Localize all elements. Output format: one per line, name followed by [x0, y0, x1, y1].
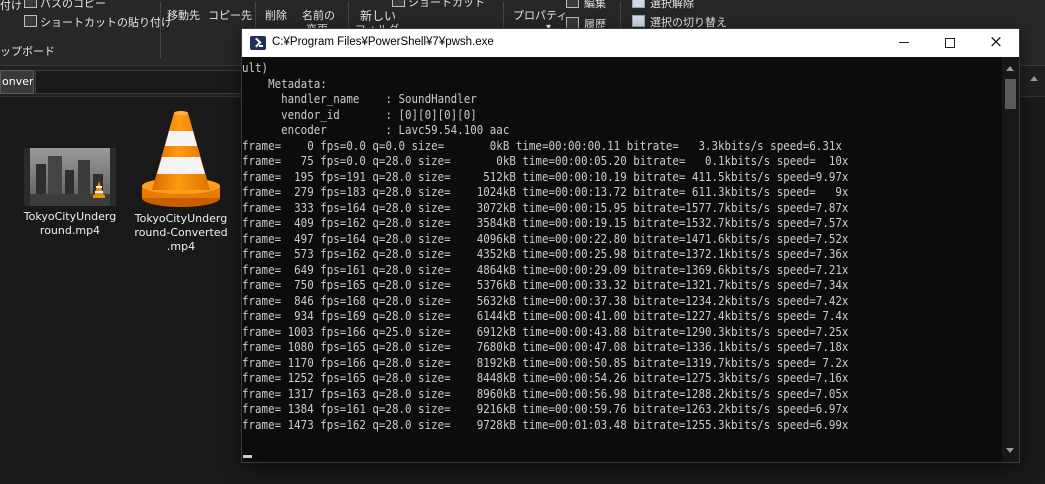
console-line: frame= 1473 fps=162 q=28.0 size= 9728kB …	[242, 416, 849, 432]
file-name-line: TokyoCityUnderg	[134, 212, 228, 225]
copy-to-button[interactable]: コピー先	[208, 7, 252, 23]
console-line: frame= 0 fps=0.0 q=0.0 size= 0kB time=00…	[242, 137, 842, 153]
console-output[interactable]: ult) Metadata: handler_name : SoundHandl…	[242, 60, 1001, 460]
vlc-cone-icon	[142, 111, 220, 207]
console-line: frame= 497 fps=164 q=28.0 size= 4096kB t…	[242, 230, 849, 246]
console-line: frame= 279 fps=183 q=28.0 size= 1024kB t…	[242, 184, 849, 199]
console-line: frame= 934 fps=169 q=28.0 size= 6144kB t…	[242, 308, 849, 323]
edit-icon	[566, 0, 579, 8]
history-icon	[566, 17, 579, 29]
console-line: frame= 649 fps=161 q=28.0 size= 4864kB t…	[242, 261, 849, 277]
delete-button[interactable]: 削除	[265, 7, 287, 23]
properties-button[interactable]: プロパティ	[513, 7, 567, 23]
console-line: frame= 75 fps=0.0 q=28.0 size= 0kB time=…	[242, 153, 849, 168]
console-line: ult)	[242, 60, 269, 75]
console-line: frame= 195 fps=191 q=28.0 size= 512kB ti…	[242, 168, 849, 184]
copy-path-icon	[24, 0, 37, 8]
console-line: frame= 750 fps=165 q=28.0 size= 5376kB t…	[242, 277, 849, 292]
scroll-down-icon[interactable]	[1006, 448, 1014, 453]
file-name-line: TokyoCityUnderg	[23, 210, 117, 223]
select-none-icon	[632, 0, 645, 8]
console-scrollbar[interactable]	[1002, 57, 1019, 462]
scrollbar-thumb[interactable]	[1005, 79, 1016, 109]
minimize-icon	[899, 42, 909, 43]
console-line: handler_name : SoundHandler	[242, 91, 477, 106]
ribbon-divider	[160, 2, 161, 58]
console-line: frame= 1384 fps=161 q=28.0 size= 9216kB …	[242, 401, 849, 416]
console-line: vendor_id : [0][0][0][0]	[242, 106, 477, 122]
new-item-icon	[392, 0, 405, 7]
maximize-button[interactable]	[927, 29, 973, 57]
paste-shortcut-icon	[24, 15, 37, 27]
minimize-button[interactable]	[881, 29, 927, 57]
console-line: frame= 846 fps=168 q=28.0 size= 5632kB t…	[242, 292, 849, 308]
copy-path-button[interactable]: パスのコピー	[40, 0, 106, 11]
paste-shortcut-button[interactable]: ショートカットの貼り付け	[40, 14, 172, 30]
scroll-up-icon[interactable]	[1030, 76, 1038, 81]
console-line: frame= 1317 fps=163 q=28.0 size= 8960kB …	[242, 385, 849, 401]
console-line: frame= 333 fps=164 q=28.0 size= 3072kB t…	[242, 199, 849, 215]
console-title: C:¥Program Files¥PowerShell¥7¥pwsh.exe	[272, 36, 494, 48]
console-line: frame= 1080 fps=165 q=28.0 size= 7680kB …	[242, 339, 849, 354]
console-line: frame= 1252 fps=165 q=28.0 size= 8448kB …	[242, 370, 849, 385]
select-none-button[interactable]: 選択解除	[650, 0, 694, 11]
move-to-button[interactable]: 移動先	[167, 7, 200, 23]
console-titlebar[interactable]: C:¥Program Files¥PowerShell¥7¥pwsh.exe ×	[242, 29, 1019, 57]
file-name-line: .mp4	[166, 240, 196, 253]
console-line: frame= 1170 fps=166 q=28.0 size= 8192kB …	[242, 354, 849, 370]
file-item[interactable]: TokyoCityUnderg round-Converted .mp4	[131, 110, 231, 254]
console-line: frame= 573 fps=162 q=28.0 size= 4352kB t…	[242, 246, 849, 261]
text-cursor	[243, 455, 252, 458]
powershell-icon	[250, 36, 266, 50]
maximize-icon	[945, 37, 955, 48]
console-line: encoder : Lavc59.54.100 aac	[242, 122, 510, 137]
file-name-line: round-Converted	[134, 226, 228, 239]
shortcut-dropdown-icon[interactable]: ▾	[482, 0, 487, 3]
console-line: frame= 1003 fps=166 q=25.0 size= 6912kB …	[242, 323, 849, 339]
address-field[interactable]	[35, 70, 245, 94]
console-line: Metadata:	[242, 75, 327, 91]
video-thumbnail-icon	[24, 148, 116, 206]
breadcrumb-current-folder[interactable]: onvert	[0, 70, 34, 94]
close-button[interactable]: ×	[973, 29, 1019, 57]
invert-selection-button[interactable]: 選択の切り替え	[650, 14, 727, 30]
invert-selection-icon	[632, 15, 645, 27]
file-name-line: round.mp4	[39, 224, 101, 237]
shortcut-button[interactable]: ショートカット	[408, 0, 485, 10]
console-line: frame= 409 fps=162 q=28.0 size= 3584kB t…	[242, 215, 849, 230]
explorer-scrollbar[interactable]	[1027, 76, 1041, 476]
powershell-console-window[interactable]: C:¥Program Files¥PowerShell¥7¥pwsh.exe ×…	[242, 29, 1019, 462]
clipboard-group-label: ップボード	[0, 45, 55, 58]
scroll-up-icon[interactable]	[1006, 66, 1014, 71]
vlc-overlay-icon	[93, 181, 105, 198]
file-item[interactable]: TokyoCityUnderg round.mp4	[20, 148, 120, 238]
paste-button-label[interactable]: 付け	[0, 0, 22, 13]
edit-button[interactable]: 編集	[584, 0, 606, 11]
